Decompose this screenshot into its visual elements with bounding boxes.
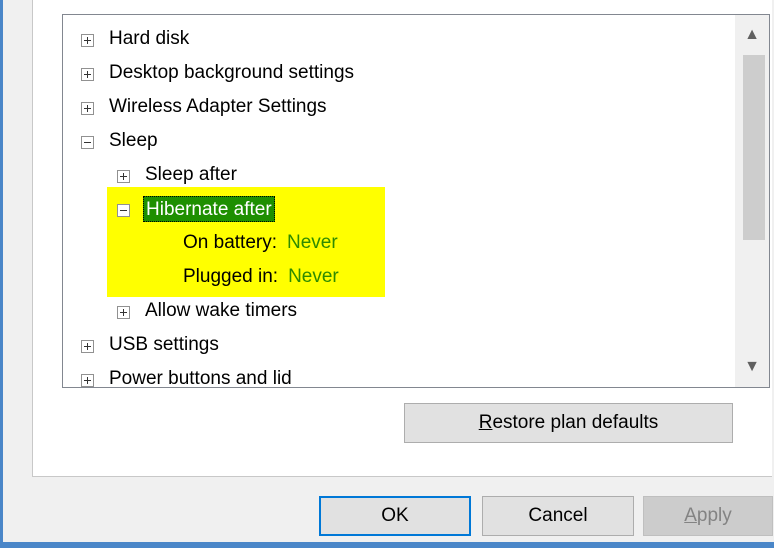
window-bottom-border [0, 542, 774, 548]
expand-icon[interactable] [117, 170, 130, 183]
setting-plugged-in[interactable]: Plugged in: Never [183, 260, 339, 294]
tree-item-label: Hard disk [109, 28, 190, 49]
tree-item-label: USB settings [109, 334, 219, 355]
tree-item-label: Sleep [109, 130, 158, 151]
vertical-scrollbar[interactable]: ▲ ▼ [735, 15, 769, 387]
setting-value-link[interactable]: Never [287, 232, 338, 253]
tree-item-label: Allow wake timers [145, 300, 298, 321]
button-label: Apply [684, 505, 732, 526]
collapse-icon[interactable] [117, 204, 130, 217]
setting-value-link[interactable]: Never [288, 266, 339, 287]
scroll-thumb[interactable] [743, 55, 765, 240]
restore-plan-defaults-button[interactable]: Restore plan defaults [404, 403, 733, 443]
expand-icon[interactable] [81, 34, 94, 47]
scroll-up-arrow-icon[interactable]: ▲ [735, 17, 769, 53]
tree-item-label: Desktop background settings [109, 62, 355, 83]
expand-icon[interactable] [81, 340, 94, 353]
expand-icon[interactable] [81, 374, 94, 387]
tree-item-label: Wireless Adapter Settings [109, 96, 327, 117]
setting-label: Plugged in: [183, 266, 279, 287]
collapse-icon[interactable] [81, 136, 94, 149]
tree-item-label: Sleep after [145, 164, 237, 185]
button-label: Restore plan defaults [478, 412, 659, 433]
setting-on-battery[interactable]: On battery: Never [183, 226, 338, 260]
setting-label: On battery: [183, 232, 277, 253]
expand-icon[interactable] [81, 102, 94, 115]
tree-item-label: Power buttons and lid [109, 368, 292, 387]
expand-icon[interactable] [81, 68, 94, 81]
power-settings-tree[interactable]: Hard disk Desktop background settings Wi… [62, 14, 770, 388]
tree-rows: Hard disk Desktop background settings Wi… [63, 15, 735, 387]
cancel-button[interactable]: Cancel [482, 496, 634, 536]
tree-item-label-selected: Hibernate after [143, 196, 275, 222]
ok-button[interactable]: OK [319, 496, 471, 536]
apply-button[interactable]: Apply [643, 496, 773, 536]
scroll-down-arrow-icon[interactable]: ▼ [735, 349, 769, 385]
expand-icon[interactable] [117, 306, 130, 319]
